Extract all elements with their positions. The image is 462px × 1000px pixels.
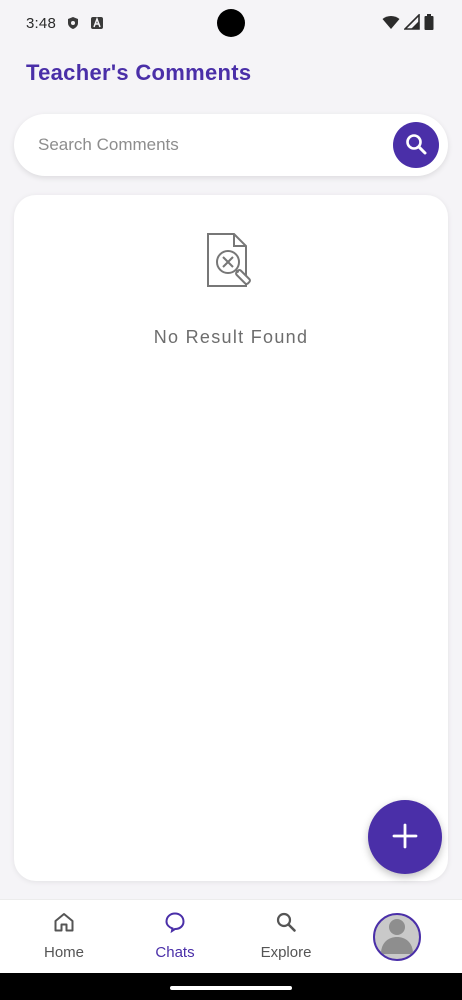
shield-icon [66,16,80,30]
screen: 3:48 Teacher's Comments Search Comments … [0,0,462,1000]
nav-label-home: Home [43,944,84,961]
home-icon [52,910,76,939]
nav-item-home[interactable]: Home [14,900,114,974]
page-title: Teacher's Comments [26,60,252,85]
wifi-icon [382,14,400,34]
search-icon [274,910,298,939]
profile-avatar-button[interactable] [373,913,421,961]
plus-icon [391,822,419,853]
document-x-magnifier-icon [202,231,258,291]
add-comment-button[interactable] [368,800,442,874]
gesture-handle[interactable] [170,986,292,990]
nav-label-chats: Chats [155,944,195,961]
bottom-navigation: Home Chats Explore [0,899,462,973]
search-input[interactable] [38,135,378,155]
nav-label-explore: Explore [260,944,312,961]
user-avatar-icon [375,915,419,959]
font-a-icon [90,16,104,30]
search-button[interactable] [393,122,439,168]
nav-item-explore[interactable]: Explore [236,900,336,974]
status-time: 3:48 [26,14,56,32]
status-bar: 3:48 [0,0,462,46]
empty-state-message: No Result Found [153,327,309,347]
camera-cutout [217,9,245,37]
nav-item-chats[interactable]: Chats [125,900,225,974]
system-gesture-bar [0,973,462,1000]
signal-icon [403,13,420,34]
search-icon [404,132,428,159]
chat-bubble-icon [163,910,187,939]
battery-icon [424,14,434,34]
status-left: 3:48 [26,15,104,32]
search-bar [14,114,448,176]
status-right [382,13,434,34]
comments-list-card: No Result Found [14,195,448,881]
